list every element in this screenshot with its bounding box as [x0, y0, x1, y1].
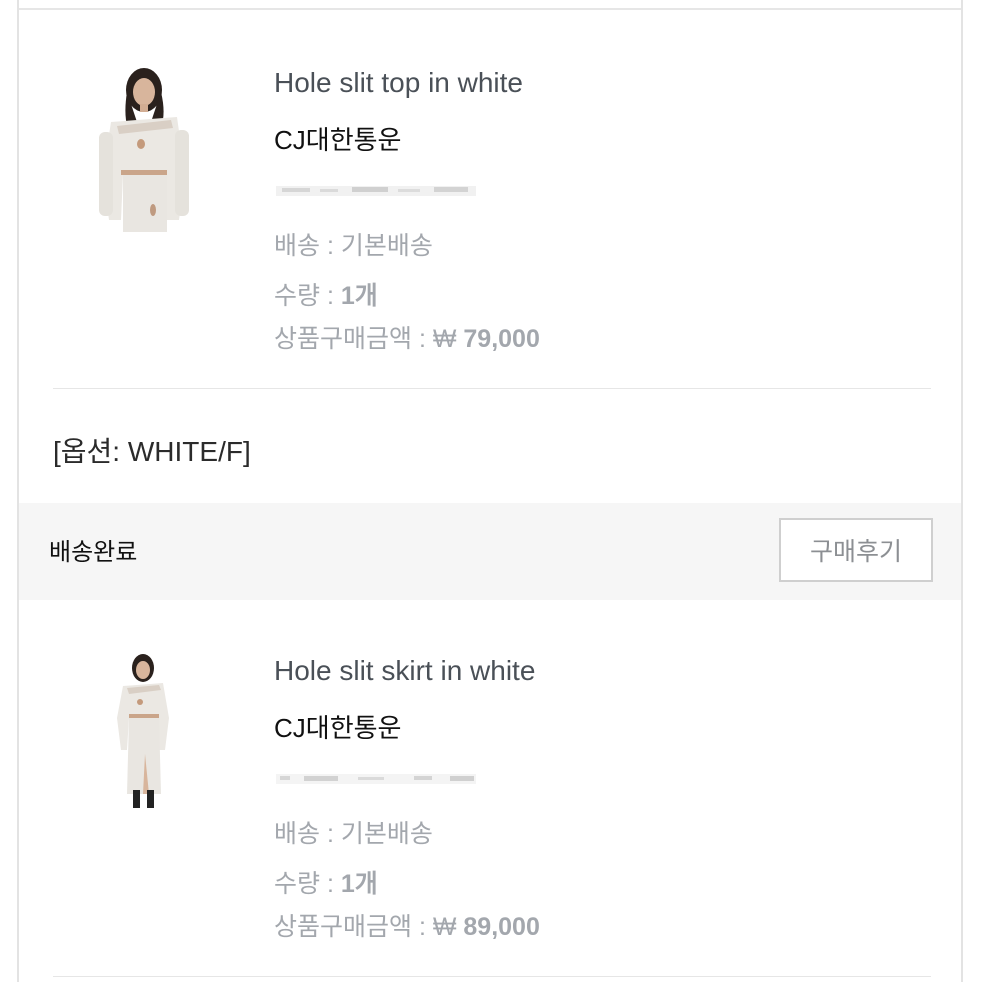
price-value: 79,000: [463, 325, 540, 353]
quantity: 수량 : 1개: [274, 276, 378, 312]
price-label: 상품구매금액 : ₩: [274, 913, 464, 941]
delivery-status: 배송완료: [49, 539, 138, 566]
item-divider: [53, 388, 931, 389]
delivery-status-bar: 배송완료 구매후기: [19, 503, 961, 600]
order-item-1: Hole slit top in white CJ대한통운 배송 : 기본배송 …: [19, 0, 961, 500]
shipping-carrier: CJ대한통운: [274, 125, 402, 155]
product-option: [옵션: WHITE/F]: [53, 436, 251, 467]
write-review-button[interactable]: 구매후기: [779, 518, 933, 582]
quantity-label: 수량 :: [274, 282, 341, 310]
quantity-value: 1개: [340, 870, 378, 898]
price-value: 89,000: [463, 913, 540, 941]
shipping-method: 배송 : 기본배송: [274, 820, 433, 848]
purchase-price: 상품구매금액 : ₩ 89,000: [274, 907, 540, 943]
shipping-carrier: CJ대한통운: [274, 713, 402, 743]
quantity: 수량 : 1개: [274, 864, 378, 900]
purchase-price: 상품구매금액 : ₩ 79,000: [274, 319, 540, 355]
quantity-value: 1개: [340, 282, 378, 310]
order-detail-panel: Hole slit top in white CJ대한통운 배송 : 기본배송 …: [17, 0, 963, 982]
product-thumbnail-top[interactable]: [89, 62, 199, 232]
product-thumbnail-skirt[interactable]: [103, 652, 183, 814]
item-divider: [53, 976, 931, 977]
quantity-label: 수량 :: [274, 870, 341, 898]
price-label: 상품구매금액 : ₩: [274, 325, 464, 353]
tracking-number-redacted: [274, 180, 484, 202]
tracking-number-redacted: [274, 768, 484, 790]
shipping-method: 배송 : 기본배송: [274, 232, 433, 260]
product-name[interactable]: Hole slit skirt in white: [274, 655, 535, 687]
product-name[interactable]: Hole slit top in white: [274, 67, 523, 99]
order-item-2: Hole slit skirt in white CJ대한통운 배송 : 기본배…: [19, 600, 961, 982]
